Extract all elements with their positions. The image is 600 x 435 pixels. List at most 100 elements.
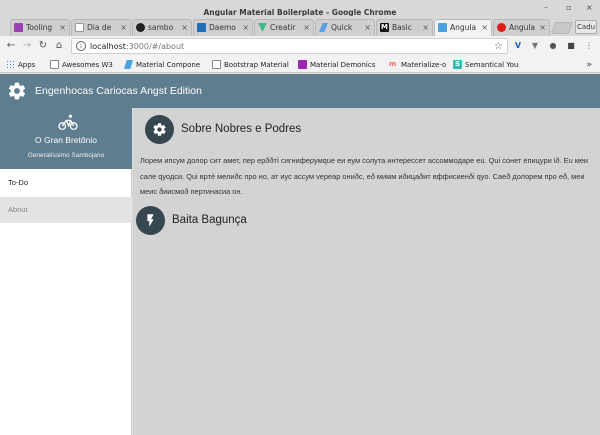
tab-label: Dia de <box>87 23 112 32</box>
tab-favicon <box>319 23 328 32</box>
semantic-icon: S <box>453 60 462 69</box>
tab-close-icon[interactable]: × <box>179 20 188 35</box>
home-icon[interactable]: ⌂ <box>53 40 65 52</box>
tab-close-icon[interactable]: × <box>537 20 546 35</box>
bookmark-item[interactable]: Material Compone <box>124 59 200 71</box>
section-avatar <box>145 115 174 144</box>
tab-label: Basic <box>392 23 412 32</box>
back-arrow-icon[interactable]: ← <box>5 40 17 52</box>
tab-favicon <box>75 23 84 32</box>
forward-arrow-icon[interactable]: → <box>21 40 33 52</box>
section-paragraph: Лорем ипсум долор сит амет, пер ерððтì с… <box>140 156 589 196</box>
bookmark-label: Awesomes W3 <box>62 61 113 69</box>
tab-close-icon[interactable]: × <box>479 20 488 35</box>
bookmarks-bar: Apps Awesomes W3 Material Compone Bootst… <box>0 57 600 73</box>
bookmark-label: Semantical You <box>465 61 519 69</box>
url-path: :3000/#/about <box>125 42 185 51</box>
app-title: Engenhocas Cariocas Angst Edition <box>35 85 202 97</box>
extension-icon[interactable]: ● <box>548 41 558 51</box>
browser-tab-active[interactable]: Angula × <box>434 19 492 36</box>
section-title: Baita Bagunça <box>172 214 247 226</box>
section-header: Baita Bagunça <box>136 206 436 236</box>
bookmarks-overflow-button[interactable]: » <box>586 59 592 71</box>
tab-label: Angula <box>509 23 536 32</box>
browser-tab[interactable]: Tooling × <box>10 19 70 36</box>
sidebar: O Gran Bretônio Generalíssimo Sambojano … <box>0 108 132 435</box>
material-demonics-icon <box>298 60 307 69</box>
bookmark-item[interactable]: Bootstrap Material <box>212 59 289 71</box>
section-avatar <box>136 206 165 235</box>
materialize-icon: m <box>389 60 397 68</box>
bookmark-label: Materialize-o <box>401 61 447 69</box>
tab-close-icon[interactable]: × <box>362 20 371 35</box>
tab-close-icon[interactable]: × <box>420 20 429 35</box>
page-icon <box>212 60 221 69</box>
browser-tab[interactable]: Quick × <box>315 19 375 36</box>
minimize-button[interactable]: – <box>544 3 548 13</box>
tab-label: Quick <box>331 23 353 32</box>
sidebar-profile: O Gran Bretônio Generalíssimo Sambojano <box>0 108 132 169</box>
section-header: Sobre Nobres e Podres <box>145 115 445 145</box>
tab-strip: Tooling × Dia de × sambo × Daemo × Creat… <box>0 16 600 36</box>
bookmark-label: Apps <box>18 61 36 69</box>
tab-label: Tooling <box>26 23 53 32</box>
bicycle-icon <box>58 114 78 131</box>
new-tab-button[interactable] <box>550 22 574 34</box>
gear-icon[interactable] <box>7 81 27 101</box>
bookmark-label: Material Compone <box>136 61 201 69</box>
bookmark-item[interactable]: m Materialize-o <box>389 59 446 71</box>
app-toolbar: Engenhocas Cariocas Angst Edition <box>0 74 600 108</box>
material-icon <box>124 60 133 69</box>
tab-close-icon[interactable]: × <box>118 20 127 35</box>
browser-tab[interactable]: Dia de × <box>71 19 131 36</box>
bookmark-item[interactable]: Material Demonics <box>298 59 375 71</box>
main-content: Sobre Nobres e Podres Лорем ипсум долор … <box>133 108 600 435</box>
tab-label: sambo <box>148 23 174 32</box>
apps-grid-icon <box>6 60 15 69</box>
browser-tab[interactable]: Angula × <box>493 19 550 36</box>
address-bar[interactable]: i localhost:3000/#/about ☆ <box>71 38 508 54</box>
github-icon <box>136 23 145 32</box>
angular-icon <box>497 23 506 32</box>
gear-icon <box>153 123 166 136</box>
menu-dots-icon[interactable]: ⋮ <box>584 41 594 51</box>
bookmark-item[interactable]: Awesomes W3 <box>50 59 113 71</box>
tab-favicon <box>197 23 206 32</box>
browser-tab[interactable]: Creatir × <box>254 19 314 36</box>
maximize-button[interactable]: ▫ <box>566 3 571 13</box>
info-icon[interactable]: i <box>76 41 86 51</box>
vue-icon <box>258 23 267 32</box>
tab-favicon <box>438 23 447 32</box>
bookmark-label: Material Demonics <box>310 61 376 69</box>
profile-name: O Gran Bretônio <box>35 135 97 145</box>
tab-label: Creatir <box>270 23 296 32</box>
tab-label: Angula <box>450 23 477 32</box>
bookmark-item[interactable]: S Semantical You <box>453 59 518 71</box>
bookmark-star-icon[interactable]: ☆ <box>494 39 503 54</box>
reload-icon[interactable]: ↻ <box>37 40 49 52</box>
extension-icon[interactable]: V <box>513 41 523 51</box>
tab-close-icon[interactable]: × <box>57 20 66 35</box>
medium-icon: M <box>380 23 389 32</box>
tab-close-icon[interactable]: × <box>301 20 310 35</box>
tab-close-icon[interactable]: × <box>240 20 249 35</box>
sidebar-item-todo[interactable]: To-Do <box>0 170 132 196</box>
browser-tab[interactable]: M Basic × <box>376 19 433 36</box>
profile-title: Generalíssimo Sambojano <box>27 152 105 159</box>
page-icon <box>50 60 59 69</box>
extension-icon[interactable]: ■ <box>566 41 576 51</box>
url-host: localhost <box>90 42 126 51</box>
section-title: Sobre Nobres e Podres <box>181 123 302 135</box>
window-titlebar: Angular Material Boilerplate - Google Ch… <box>0 0 600 17</box>
profile-button[interactable]: Cadu <box>575 20 597 34</box>
browser-tab[interactable]: sambo × <box>132 19 192 36</box>
sidebar-item-about[interactable]: About <box>0 197 132 223</box>
extension-icon[interactable]: ▼ <box>530 41 540 51</box>
browser-tab[interactable]: Daemo × <box>193 19 253 36</box>
close-window-button[interactable]: × <box>586 3 593 13</box>
bookmark-label: Bootstrap Material <box>224 61 289 69</box>
flash-icon <box>147 214 154 227</box>
tab-label: Daemo <box>209 23 236 32</box>
bookmark-apps[interactable]: Apps <box>6 59 35 71</box>
url-text[interactable]: localhost:3000/#/about <box>90 39 184 54</box>
